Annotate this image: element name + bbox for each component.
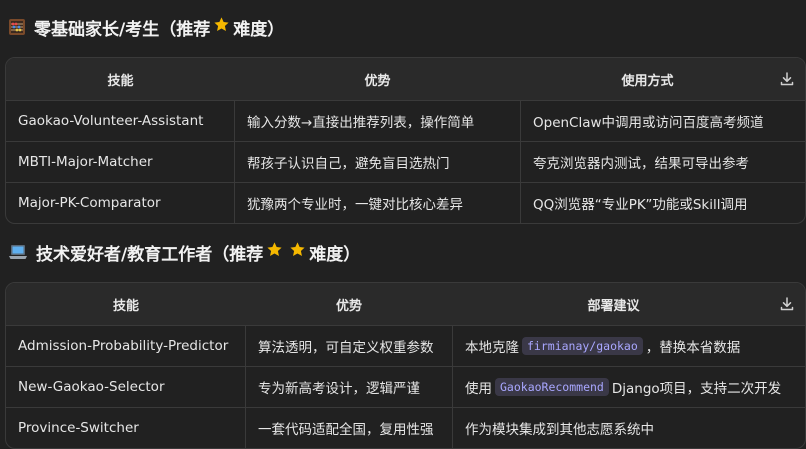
star-icon <box>289 241 306 263</box>
column-header-advantage: 优势 <box>335 298 362 314</box>
deploy-text: 作为模块集成到其他志愿系统中 <box>465 422 654 438</box>
table-header: 技能 优势 部署建议 <box>6 283 805 326</box>
table-row: MBTI-Major-Matcher 帮孩子认识自己，避免盲目选热门 夸克浏览器… <box>6 142 805 183</box>
table-row: Gaokao-Volunteer-Assistant 输入分数→直接出推荐列表，… <box>6 101 805 142</box>
cell-skill: Province-Switcher <box>6 408 246 448</box>
cell-skill: Gaokao-Volunteer-Assistant <box>6 101 235 141</box>
cell-skill: Admission-Probability-Predictor <box>6 326 246 366</box>
section-title: 技术爱好者/教育工作者（推荐 <box>36 244 264 265</box>
column-header-skill: 技能 <box>107 73 134 89</box>
download-icon[interactable] <box>779 71 795 87</box>
skills-table-tech: 技能 优势 部署建议 Admission-Probability-Predict… <box>5 282 806 449</box>
cell-usage: OpenClaw中调用或访问百度高考频道 <box>533 115 764 131</box>
star-icon <box>266 241 283 263</box>
abacus-icon <box>8 18 26 36</box>
cell-advantage: 犹豫两个专业时，一键对比核心差异 <box>235 183 521 223</box>
section-heading-tech: 技术爱好者/教育工作者（推荐 难度） <box>8 237 360 267</box>
column-header-usage: 使用方式 <box>621 73 674 89</box>
code-snippet: firmianay/gaokao <box>522 337 643 355</box>
cell-advantage: 专为新高考设计，逻辑严谨 <box>246 367 453 407</box>
cell-deploy: 作为模块集成到其他志愿系统中 <box>453 408 803 448</box>
skills-table-beginner: 技能 优势 使用方式 Gaokao-Volunteer-Assistant 输入… <box>5 57 806 224</box>
deploy-text-suffix: Django项目，支持二次开发 <box>611 381 782 397</box>
cell-advantage: 输入分数→直接出推荐列表，操作简单 <box>235 101 521 141</box>
cell-deploy: 使用 GaokaoRecommend Django项目，支持二次开发 <box>453 367 803 407</box>
section-title-suffix: 难度） <box>309 244 361 265</box>
cell-skill: Major-PK-Comparator <box>6 183 235 223</box>
table-header: 技能 优势 使用方式 <box>6 58 805 101</box>
cell-skill: MBTI-Major-Matcher <box>6 142 235 182</box>
deploy-text-suffix: ，替换本省数据 <box>645 340 741 356</box>
section-title: 零基础家长/考生（推荐 <box>34 19 211 40</box>
cell-usage: QQ浏览器“专业PK”功能或Skill调用 <box>533 197 748 213</box>
table-row: Admission-Probability-Predictor 算法透明，可自定… <box>6 326 805 367</box>
cell-usage: 夸克浏览器内测试，结果可导出参考 <box>533 156 749 172</box>
table-row: Major-PK-Comparator 犹豫两个专业时，一键对比核心差异 QQ浏… <box>6 183 805 223</box>
deploy-text-prefix: 使用 <box>465 381 492 397</box>
table-row: Province-Switcher 一套代码适配全国，复用性强 作为模块集成到其… <box>6 408 805 448</box>
cell-skill: New-Gaokao-Selector <box>6 367 246 407</box>
deploy-text-prefix: 本地克隆 <box>465 340 519 356</box>
cell-advantage: 帮孩子认识自己，避免盲目选热门 <box>235 142 521 182</box>
cell-deploy: 本地克隆 firmianay/gaokao ，替换本省数据 <box>453 326 803 366</box>
cell-advantage: 一套代码适配全国，复用性强 <box>246 408 453 448</box>
column-header-skill: 技能 <box>112 298 139 314</box>
cell-advantage: 算法透明，可自定义权重参数 <box>246 326 453 366</box>
star-icon <box>213 16 230 38</box>
laptop-icon <box>8 243 28 261</box>
download-icon[interactable] <box>779 296 795 312</box>
column-header-advantage: 优势 <box>364 73 391 89</box>
table-row: New-Gaokao-Selector 专为新高考设计，逻辑严谨 使用 Gaok… <box>6 367 805 408</box>
section-heading-beginner: 零基础家长/考生（推荐 难度） <box>8 12 284 42</box>
code-snippet: GaokaoRecommend <box>495 378 609 396</box>
column-header-deploy: 部署建议 <box>587 298 640 314</box>
section-title-suffix: 难度） <box>233 19 285 40</box>
